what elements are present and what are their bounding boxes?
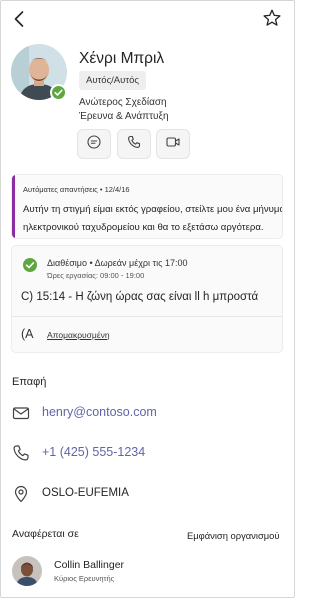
manager-title: Κύριος Ερευνητής bbox=[54, 574, 115, 583]
job-title: Ανώτερος Σχεδίαση bbox=[79, 97, 167, 108]
automatic-replies-card: Αυτόματες απαντήσεις • 12/4/16 Αυτήν τη … bbox=[12, 175, 282, 238]
video-call-button[interactable] bbox=[156, 129, 190, 159]
local-time: C) 15:14 - Η ζώνη ώρας σας είναι ll h μπ… bbox=[21, 291, 259, 303]
manager-avatar[interactable] bbox=[12, 556, 42, 586]
manager-name[interactable]: Collin Ballinger bbox=[54, 559, 124, 571]
pronouns-badge: Αυτός/Αυτός bbox=[79, 71, 146, 90]
top-bar bbox=[0, 0, 295, 40]
email-link[interactable]: henry@contoso.com bbox=[42, 405, 157, 419]
availability-divider bbox=[12, 316, 282, 317]
phone-icon bbox=[11, 443, 31, 463]
chat-button[interactable] bbox=[77, 129, 111, 159]
availability-card: Διαθέσιμο • Δωρεάν μέχρι τις 17:00 Ώρες … bbox=[12, 246, 282, 352]
work-hours: Ώρες εργασίας: 09:00 - 19:00 bbox=[47, 271, 145, 280]
automatic-replies-header: Αυτόματες απαντήσεις • 12/4/16 bbox=[23, 185, 130, 194]
mail-icon bbox=[11, 403, 31, 423]
work-location-icon: (A bbox=[21, 327, 34, 341]
star-outline-icon[interactable] bbox=[261, 7, 283, 29]
available-check-icon bbox=[23, 258, 37, 272]
chevron-left-icon[interactable] bbox=[9, 8, 31, 30]
department: Έρευνα & Ανάπτυξη bbox=[79, 111, 169, 122]
reports-to-label: Αναφέρεται σε bbox=[12, 528, 79, 540]
show-organization-link[interactable]: Εμφάνιση οργανισμού bbox=[187, 530, 279, 541]
phone-icon bbox=[126, 134, 142, 155]
phone-link[interactable]: +1 (425) 555-1234 bbox=[42, 445, 145, 459]
availability-status: Διαθέσιμο • Δωρεάν μέχρι τις 17:00 bbox=[47, 258, 188, 268]
presence-available-icon bbox=[50, 84, 67, 101]
chat-icon bbox=[86, 134, 102, 155]
profile-name: Χένρι Μπριλ bbox=[79, 50, 165, 67]
automatic-replies-accent bbox=[12, 175, 15, 238]
work-location[interactable]: Απομακρυσμένη bbox=[47, 330, 110, 340]
office-location: OSLO-EUFEMIA bbox=[42, 487, 129, 499]
automatic-replies-message: Αυτήν τη στιγμή είμαι εκτός γραφείου, στ… bbox=[23, 204, 282, 233]
video-icon bbox=[165, 134, 181, 155]
location-icon bbox=[11, 484, 31, 504]
call-button[interactable] bbox=[117, 129, 151, 159]
contact-section-title: Επαφή bbox=[12, 376, 47, 388]
